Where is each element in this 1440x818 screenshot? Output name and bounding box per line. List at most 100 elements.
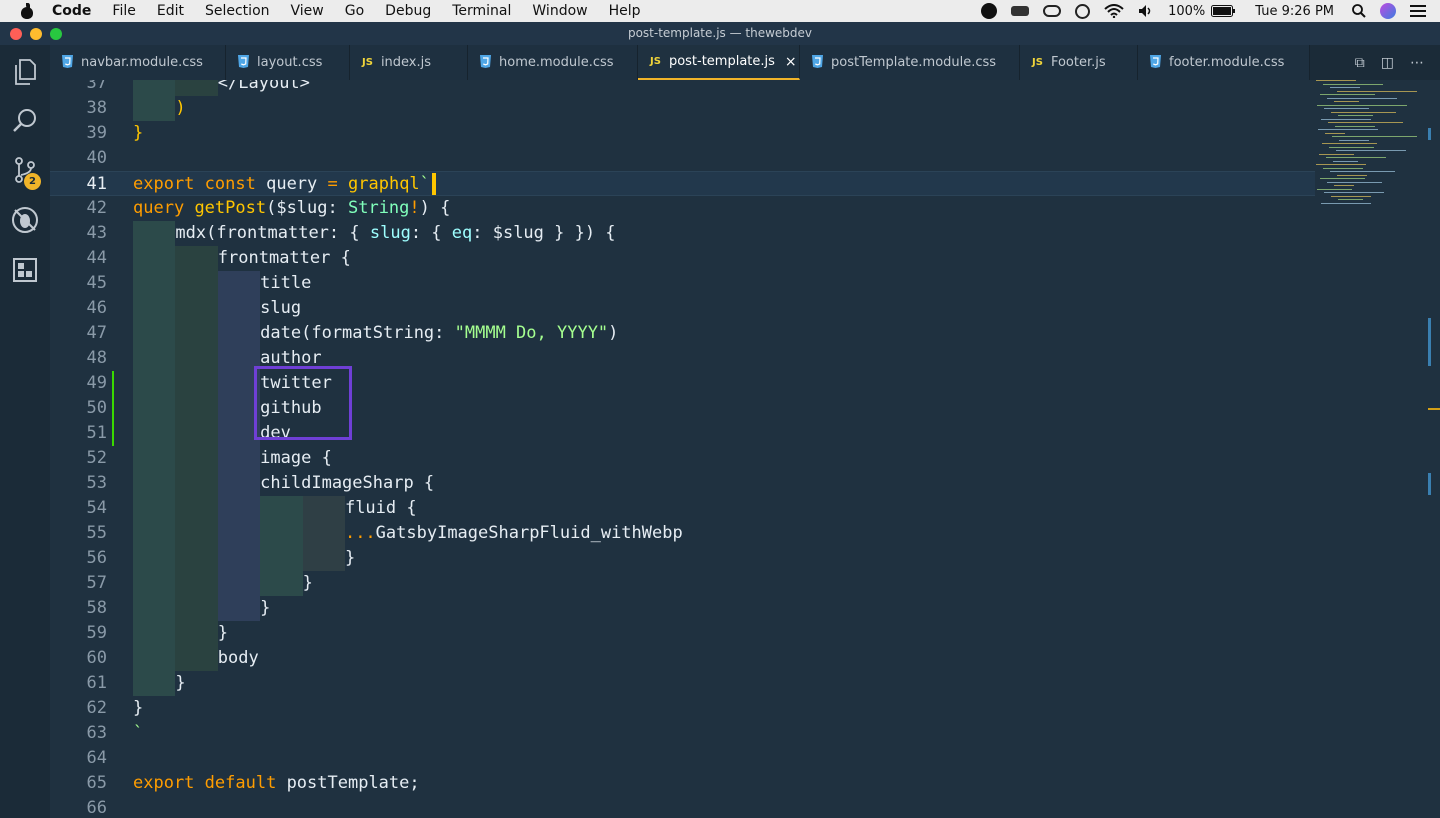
menu-edit[interactable]: Edit: [157, 3, 184, 19]
code-line[interactable]: 49 twitter: [50, 371, 1315, 396]
source-control-icon[interactable]: 2: [0, 145, 50, 195]
tab-home-module-css[interactable]: home.module.css: [468, 45, 638, 80]
code-line[interactable]: 59}: [50, 621, 1315, 646]
line-number[interactable]: 58: [50, 596, 107, 621]
line-number[interactable]: 59: [50, 621, 107, 646]
code-line[interactable]: 38): [50, 96, 1315, 121]
code-line[interactable]: 62}: [50, 696, 1315, 721]
apple-icon[interactable]: [20, 3, 34, 19]
code-line[interactable]: 58}: [50, 596, 1315, 621]
line-number[interactable]: 37: [50, 80, 107, 96]
menu-help[interactable]: Help: [609, 3, 641, 19]
line-number[interactable]: 62: [50, 696, 107, 721]
code-line[interactable]: 41 export const query = graphql`: [50, 171, 1315, 196]
wifi-icon[interactable]: [1104, 4, 1124, 18]
line-number[interactable]: 43: [50, 221, 107, 246]
tab-navbar-module-css[interactable]: navbar.module.css: [50, 45, 226, 80]
code-line[interactable]: 40: [50, 146, 1315, 171]
line-number[interactable]: 49: [50, 371, 107, 396]
code-line[interactable]: 56}: [50, 546, 1315, 571]
explorer-icon[interactable]: [0, 47, 50, 97]
line-number[interactable]: 54: [50, 496, 107, 521]
code-line[interactable]: 63 `: [50, 721, 1315, 746]
line-number[interactable]: 56: [50, 546, 107, 571]
debug-icon[interactable]: [0, 195, 50, 245]
menu-file[interactable]: File: [112, 3, 135, 19]
line-number[interactable]: 45: [50, 271, 107, 296]
code-line[interactable]: 43 mdx(frontmatter: { slug: { eq: $slug }…: [50, 221, 1315, 246]
minimap[interactable]: [1316, 80, 1428, 220]
git-modified-gutter-marker[interactable]: [112, 371, 114, 396]
tab-footer-module-css[interactable]: footer.module.css: [1138, 45, 1310, 80]
line-number[interactable]: 57: [50, 571, 107, 596]
close-tab-icon[interactable]: ×: [785, 54, 797, 70]
code-line[interactable]: 65 export default postTemplate;: [50, 771, 1315, 796]
code-line[interactable]: 61}: [50, 671, 1315, 696]
line-number[interactable]: 53: [50, 471, 107, 496]
code-line[interactable]: 46 slug: [50, 296, 1315, 321]
code-line[interactable]: 42 query getPost($slug: String!) {: [50, 196, 1315, 221]
line-number[interactable]: 65: [50, 771, 107, 796]
line-number[interactable]: 47: [50, 321, 107, 346]
split-editor-icon[interactable]: ◫: [1381, 55, 1394, 71]
code-line[interactable]: 45 title: [50, 271, 1315, 296]
time-machine-icon[interactable]: [1075, 3, 1091, 19]
line-number[interactable]: 42: [50, 196, 107, 221]
code-line[interactable]: 39}: [50, 121, 1315, 146]
code-line[interactable]: 48 author: [50, 346, 1315, 371]
menu-debug[interactable]: Debug: [385, 3, 431, 19]
line-number[interactable]: 40: [50, 146, 107, 171]
git-modified-gutter-marker[interactable]: [112, 421, 114, 446]
line-number[interactable]: 52: [50, 446, 107, 471]
siri-icon[interactable]: [1380, 3, 1396, 19]
tab-index-js[interactable]: JS index.js: [350, 45, 468, 80]
menu-view[interactable]: View: [291, 3, 324, 19]
notification-center-icon[interactable]: [1410, 5, 1426, 17]
line-number[interactable]: 60: [50, 646, 107, 671]
code-line[interactable]: 47 date(formatString: "MMMM Do, YYYY"): [50, 321, 1315, 346]
code-line[interactable]: 51 dev: [50, 421, 1315, 446]
code-line[interactable]: 50 github: [50, 396, 1315, 421]
code-line[interactable]: 57}: [50, 571, 1315, 596]
line-number[interactable]: 64: [50, 746, 107, 771]
tab-layout-css[interactable]: layout.css: [226, 45, 350, 80]
tab-footer-js[interactable]: JS Footer.js: [1020, 45, 1138, 80]
docker-icon[interactable]: [1011, 6, 1030, 16]
close-window-button[interactable]: [10, 28, 22, 40]
creative-cloud-icon[interactable]: [1043, 5, 1062, 17]
search-icon[interactable]: [0, 95, 50, 145]
line-number[interactable]: 51: [50, 421, 107, 446]
line-number[interactable]: 63: [50, 721, 107, 746]
zoom-window-button[interactable]: [50, 28, 62, 40]
check-badge-icon[interactable]: [981, 3, 998, 19]
battery-icon[interactable]: [1211, 5, 1236, 17]
menu-terminal[interactable]: Terminal: [452, 3, 511, 19]
line-number[interactable]: 46: [50, 296, 107, 321]
line-number[interactable]: 48: [50, 346, 107, 371]
tab-posttemplate-module-css[interactable]: postTemplate.module.css: [800, 45, 1020, 80]
code-line[interactable]: 55 ...GatsbyImageSharpFluid_withWebp: [50, 521, 1315, 546]
menu-go[interactable]: Go: [345, 3, 364, 19]
code-line[interactable]: 52 image {: [50, 446, 1315, 471]
line-number[interactable]: 50: [50, 396, 107, 421]
line-number[interactable]: 66: [50, 796, 107, 818]
menu-selection[interactable]: Selection: [205, 3, 270, 19]
volume-icon[interactable]: [1138, 4, 1154, 18]
menu-window[interactable]: Window: [532, 3, 587, 19]
line-number[interactable]: 61: [50, 671, 107, 696]
code-line[interactable]: 37 </Layout>: [50, 80, 1315, 96]
open-changes-icon[interactable]: ⧉: [1355, 55, 1365, 71]
code-line[interactable]: 44 frontmatter {: [50, 246, 1315, 271]
line-number[interactable]: 39: [50, 121, 107, 146]
clock[interactable]: Tue 9:26 PM: [1255, 4, 1334, 19]
git-modified-gutter-marker[interactable]: [112, 396, 114, 421]
code-line[interactable]: 53 childImageSharp {: [50, 471, 1315, 496]
line-number[interactable]: 55: [50, 521, 107, 546]
minimize-window-button[interactable]: [30, 28, 42, 40]
editor-scrollbar[interactable]: [1428, 80, 1440, 818]
extensions-icon[interactable]: [0, 245, 50, 295]
code-line[interactable]: 60 body: [50, 646, 1315, 671]
code-editor[interactable]: 37 </Layout> 38) 39} 40 41 export const query …: [50, 80, 1440, 818]
line-number[interactable]: 38: [50, 96, 107, 121]
line-number[interactable]: 44: [50, 246, 107, 271]
